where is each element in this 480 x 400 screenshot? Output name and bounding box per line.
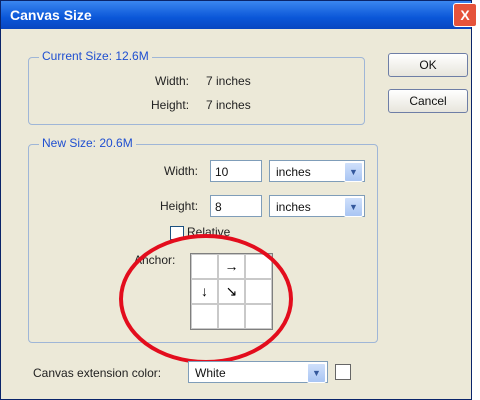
new-size-legend: New Size: 20.6M [39, 136, 136, 150]
ok-button[interactable]: OK [388, 53, 468, 77]
new-height-label: Height: [160, 199, 199, 213]
relative-checkbox[interactable] [170, 226, 184, 240]
height-unit-select[interactable]: inches ▼ [269, 195, 365, 217]
width-input[interactable]: 10 [210, 160, 262, 182]
current-height-value: 7 inches [206, 98, 251, 112]
close-icon: X [460, 7, 470, 23]
current-width-value: 7 inches [206, 74, 251, 88]
current-size-legend: Current Size: 12.6M [39, 49, 152, 63]
anchor-label: Anchor: [134, 253, 176, 267]
cancel-button[interactable]: Cancel [388, 89, 468, 113]
anchor-grid: → ↓ ↘ [190, 253, 273, 330]
anchor-cell[interactable] [191, 254, 218, 279]
extension-color-select[interactable]: White ▼ [188, 361, 328, 383]
chevron-down-icon: ▼ [344, 197, 363, 217]
height-unit-value: inches [276, 200, 311, 214]
anchor-cell[interactable] [191, 304, 218, 329]
title-bar[interactable]: Canvas Size X [1, 1, 477, 29]
anchor-cell[interactable] [245, 279, 272, 304]
anchor-cell[interactable] [245, 304, 272, 329]
anchor-cell[interactable]: → [218, 254, 245, 279]
anchor-cell[interactable] [218, 304, 245, 329]
height-input[interactable]: 8 [210, 195, 262, 217]
anchor-cell[interactable]: ↓ [191, 279, 218, 304]
anchor-cell[interactable]: ↘ [218, 279, 245, 304]
anchor-cell[interactable] [245, 254, 272, 279]
width-unit-value: inches [276, 165, 311, 179]
extension-color-swatch[interactable] [335, 364, 351, 380]
window-title: Canvas Size [10, 7, 92, 23]
current-size-group: Current Size: 12.6M [28, 49, 365, 125]
current-height-label: Height: [151, 98, 190, 112]
canvas-size-dialog: Canvas Size X Current Size: 12.6M Width:… [0, 0, 477, 400]
width-unit-select[interactable]: inches ▼ [269, 160, 365, 182]
close-button[interactable]: X [453, 3, 477, 27]
new-width-label: Width: [164, 164, 199, 178]
extension-color-label: Canvas extension color: [33, 366, 162, 380]
chevron-down-icon: ▼ [344, 162, 363, 182]
extension-color-value: White [195, 366, 226, 380]
chevron-down-icon: ▼ [307, 363, 326, 383]
relative-label: Relative [187, 225, 231, 239]
current-width-label: Width: [155, 74, 190, 88]
